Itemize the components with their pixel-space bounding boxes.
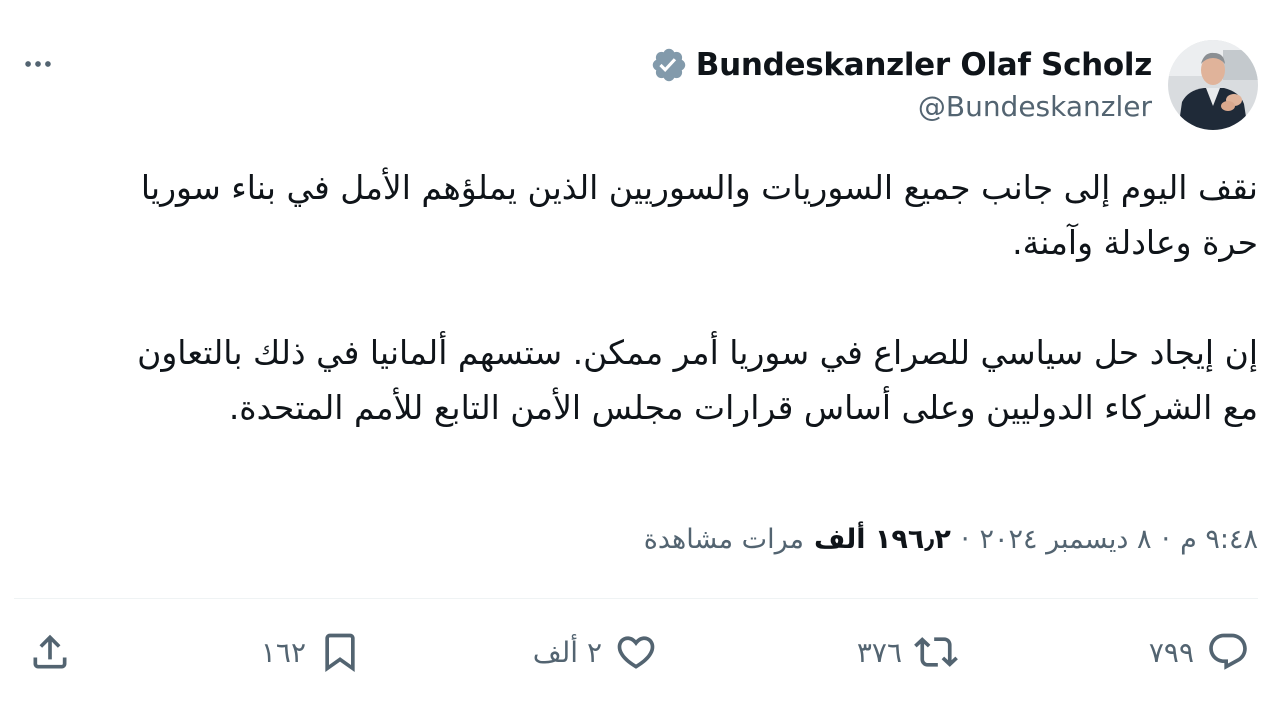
reply-button[interactable]: ٧٩٩ [1149,624,1250,680]
retweet-icon [914,637,958,667]
name-row: Bundeskanzler Olaf Scholz [650,40,1152,90]
tweet-paragraph: نقف اليوم إلى جانب جميع السوريات والسوري… [140,168,1258,262]
more-options-button[interactable] [14,44,62,84]
author-display-name[interactable]: Bundeskanzler Olaf Scholz [696,47,1153,83]
like-count: ٢ ألف [532,635,602,669]
tweet-date[interactable]: ٨ ديسمبر ٢٠٢٤ [980,524,1152,555]
reply-icon [1209,633,1247,670]
divider [14,598,1258,599]
share-icon [33,634,67,669]
meta-separator: · [960,524,970,555]
verified-badge-icon[interactable] [650,46,688,84]
author-header: Bundeskanzler Olaf Scholz @Bundeskanzler [650,40,1258,130]
author-text: Bundeskanzler Olaf Scholz @Bundeskanzler [650,40,1152,123]
author-handle[interactable]: @Bundeskanzler [918,90,1152,123]
more-horizontal-icon [25,61,51,67]
views-count: ١٩٦٫٢ ألف [813,524,951,555]
avatar[interactable] [1168,40,1258,130]
tweet-card: Bundeskanzler Olaf Scholz @Bundeskanzler… [0,0,1280,712]
tweet-paragraph: إن إيجاد حل سياسي للصراع في سوريا أمر مم… [137,333,1258,427]
like-button[interactable]: ٢ ألف [533,624,658,680]
tweet-text: نقف اليوم إلى جانب جميع السوريات والسوري… [98,160,1258,435]
bookmark-icon [325,633,355,673]
bookmark-button[interactable]: ١٦٢ [261,624,362,680]
retweet-button[interactable]: ٣٧٦ [857,624,958,680]
tweet-meta: ٩:٤٨ م · ٨ ديسمبر ٢٠٢٤ · ١٩٦٫٢ ألف مرات … [644,524,1258,555]
retweet-count: ٣٧٦ [856,635,902,669]
tweet-time[interactable]: ٩:٤٨ م [1180,524,1258,555]
share-button[interactable] [28,624,72,680]
reply-count: ٧٩٩ [1148,635,1194,669]
bookmark-count: ١٦٢ [260,635,306,669]
heart-icon [617,636,655,669]
meta-separator: · [1161,524,1171,555]
views-label: مرات مشاهدة [643,524,804,555]
